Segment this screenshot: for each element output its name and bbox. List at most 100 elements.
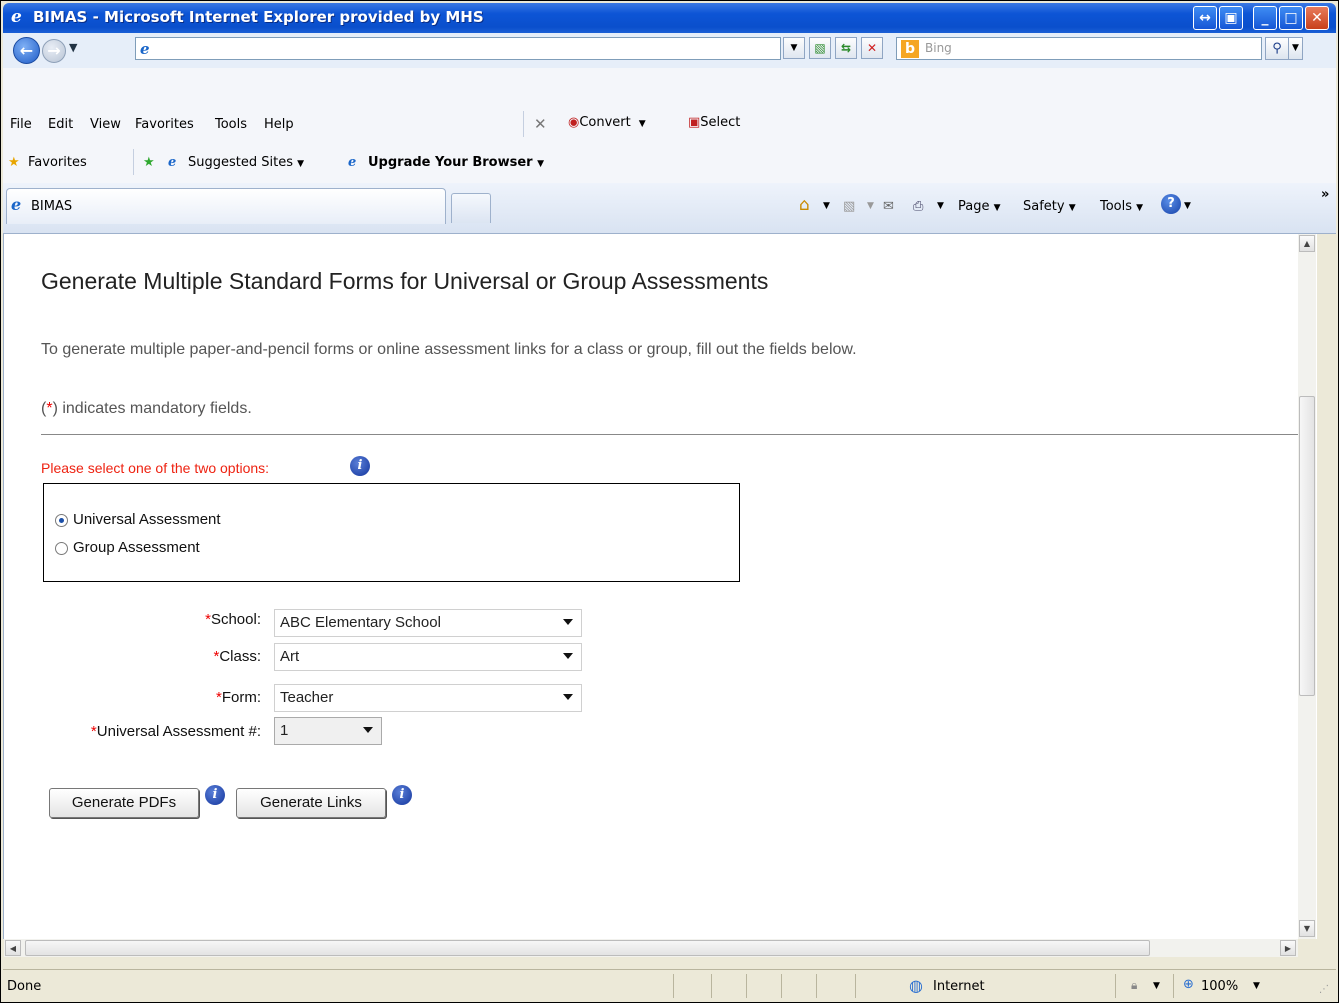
suggested-sites-link[interactable]: Suggested Sites ▼ — [188, 155, 304, 170]
close-toolbar-icon[interactable]: ✕ — [534, 115, 547, 133]
menu-file[interactable]: File — [10, 117, 32, 132]
new-tab-button[interactable] — [451, 193, 491, 223]
feeds-dropdown-icon[interactable]: ▼ — [867, 201, 874, 211]
info-icon[interactable]: i — [350, 456, 370, 476]
page-title: Generate Multiple Standard Forms for Uni… — [41, 268, 769, 294]
tile-icon[interactable]: ▣ — [1219, 6, 1243, 30]
menu-edit[interactable]: Edit — [48, 117, 73, 132]
protected-dropdown-icon[interactable]: ▼ — [1153, 981, 1160, 991]
zoom-icon[interactable]: ⊕ — [1183, 977, 1194, 992]
status-divider — [1173, 974, 1174, 998]
mandatory-note: (*) indicates mandatory fields. — [41, 400, 252, 417]
convert-button[interactable]: ◉Convert ▼ — [568, 115, 646, 130]
menu-tools[interactable]: Tools — [215, 117, 247, 132]
status-divider — [711, 974, 712, 998]
info-icon[interactable]: i — [205, 785, 225, 805]
upgrade-dropdown-icon: ▼ — [537, 159, 545, 169]
ie-logo-icon: e — [11, 7, 22, 27]
menu-view[interactable]: View — [90, 117, 121, 132]
info-icon[interactable]: i — [392, 785, 412, 805]
search-dropdown-icon[interactable]: ▼ — [1289, 37, 1303, 60]
upgrade-browser-link[interactable]: Upgrade Your Browser ▼ — [368, 155, 544, 170]
group-assessment-label[interactable]: Group Assessment — [73, 539, 200, 556]
address-toolbar: ← → ▼ e ▼ ▧ ⇆ ✕ b Bing ⚲ ▼ — [3, 33, 1336, 69]
tab-bar: e BIMAS ⌂ ▼ ▧ ▼ ✉ ⎙ ▼ Page ▼ Safety ▼ To… — [3, 183, 1336, 234]
home-dropdown-icon[interactable]: ▼ — [823, 201, 830, 211]
radio-group-assessment[interactable] — [55, 542, 68, 555]
status-divider — [1115, 974, 1116, 998]
scroll-corner — [1298, 939, 1316, 957]
scroll-up-icon[interactable]: ▲ — [1299, 235, 1315, 252]
universal-number-label: *Universal Assessment #: — [90, 723, 261, 740]
minimize-button[interactable]: _ — [1253, 6, 1277, 30]
scroll-down-icon[interactable]: ▼ — [1299, 920, 1315, 937]
print-dropdown-icon[interactable]: ▼ — [937, 201, 944, 211]
page-menu[interactable]: Page ▼ — [958, 199, 1001, 214]
generate-pdfs-button[interactable]: Generate PDFs — [49, 788, 199, 818]
mail-icon[interactable]: ✉ — [883, 199, 894, 214]
internet-zone-icon: ◍ — [909, 976, 923, 995]
print-icon[interactable]: ⎙ — [913, 199, 923, 214]
status-divider — [673, 974, 674, 998]
zone-text: Internet — [933, 979, 985, 994]
zoom-dropdown-icon[interactable]: ▼ — [1253, 981, 1260, 991]
bing-logo-icon: b — [901, 40, 919, 58]
select-button[interactable]: ▣Select — [688, 115, 740, 130]
school-select[interactable]: ABC Elementary School — [274, 609, 582, 637]
status-bar: Done ◍ Internet 🔒︎ ▼ ⊕ 100% ▼ ⋰ — [3, 969, 1336, 1002]
scroll-left-icon[interactable]: ◀ — [5, 940, 21, 956]
fav-divider — [133, 149, 134, 175]
tools-dropdown-icon: ▼ — [1136, 203, 1144, 213]
scroll-right-icon[interactable]: ▶ — [1280, 940, 1296, 956]
option-prompt: Please select one of the two options: — [41, 460, 270, 476]
school-label: *School: — [205, 611, 261, 628]
close-button[interactable]: ✕ — [1305, 6, 1329, 30]
upgrade-icon: e — [348, 155, 357, 170]
stop-icon[interactable]: ✕ — [861, 37, 883, 59]
maximize-button[interactable]: □ — [1279, 6, 1303, 30]
horizontal-scroll-thumb[interactable] — [25, 940, 1150, 956]
generate-links-button[interactable]: Generate Links — [236, 788, 386, 818]
tab-label: BIMAS — [31, 199, 73, 214]
chevron-down-icon — [563, 619, 573, 625]
add-favorites-icon[interactable]: ★ — [143, 155, 155, 170]
class-select[interactable]: Art — [274, 643, 582, 671]
back-button[interactable]: ← — [13, 37, 40, 64]
divider — [41, 434, 1301, 435]
suggested-dropdown-icon: ▼ — [297, 159, 305, 169]
radio-universal-assessment[interactable] — [55, 514, 68, 527]
address-input[interactable]: e — [135, 37, 781, 60]
search-input[interactable]: b Bing — [896, 37, 1262, 60]
horizontal-scrollbar[interactable]: ◀ ▶ — [4, 939, 1298, 957]
safety-menu[interactable]: Safety ▼ — [1023, 199, 1076, 214]
page-dropdown-icon: ▼ — [993, 203, 1001, 213]
tab-bimas[interactable]: e BIMAS — [6, 188, 446, 224]
status-divider — [781, 974, 782, 998]
protected-mode-icon[interactable]: 🔒︎ — [1131, 978, 1137, 993]
vertical-scrollbar[interactable]: ▲ ▼ — [1298, 234, 1316, 939]
search-icon[interactable]: ⚲ — [1265, 37, 1289, 60]
universal-assessment-label[interactable]: Universal Assessment — [73, 511, 221, 528]
feeds-icon[interactable]: ▧ — [843, 199, 855, 214]
compatibility-icon[interactable]: ▧ — [809, 37, 831, 59]
zoom-level[interactable]: 100% — [1201, 979, 1238, 994]
home-icon[interactable]: ⌂ — [799, 195, 810, 215]
browser-window: e BIMAS - Microsoft Internet Explorer pr… — [0, 0, 1339, 1003]
favorites-button[interactable]: Favorites — [28, 155, 87, 170]
address-dropdown-icon[interactable]: ▼ — [783, 37, 805, 59]
assessment-option-box: Universal Assessment Group Assessment — [43, 483, 740, 582]
history-dropdown-icon[interactable]: ▼ — [69, 41, 77, 54]
refresh-icon[interactable]: ⇆ — [835, 37, 857, 59]
menu-favorites[interactable]: Favorites — [135, 117, 194, 132]
chevron-more-icon[interactable]: » — [1321, 187, 1329, 202]
menu-help[interactable]: Help — [264, 117, 294, 132]
resize-grip-icon[interactable]: ⋰ — [1319, 984, 1329, 995]
tools-menu[interactable]: Tools ▼ — [1100, 199, 1143, 214]
vertical-scroll-thumb[interactable] — [1299, 396, 1315, 696]
help-icon[interactable]: ? — [1161, 194, 1181, 214]
form-select[interactable]: Teacher — [274, 684, 582, 712]
help-dropdown-icon[interactable]: ▼ — [1184, 201, 1191, 211]
restore-icon[interactable]: ↔ — [1193, 6, 1217, 30]
forward-button[interactable]: → — [42, 39, 66, 63]
universal-number-select[interactable]: 1 — [274, 717, 382, 745]
